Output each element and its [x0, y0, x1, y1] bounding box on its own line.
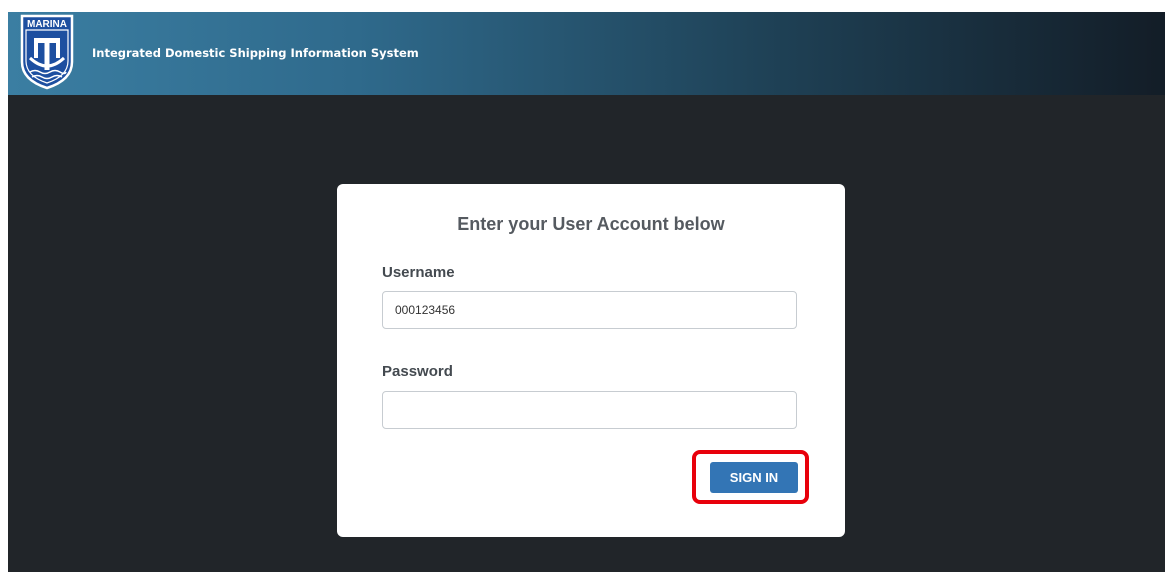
login-title: Enter your User Account below	[457, 214, 725, 234]
app-frame: MARINA Integrated Domestic Shipping Info…	[8, 12, 1165, 572]
username-label: Username	[382, 264, 455, 281]
header-bar: MARINA Integrated Domestic Shipping Info…	[8, 12, 1165, 95]
password-input[interactable]	[382, 391, 797, 429]
username-input[interactable]	[382, 291, 797, 329]
marina-logo: MARINA	[20, 14, 74, 90]
app-title: Integrated Domestic Shipping Information…	[92, 46, 419, 60]
login-card: Enter your User Account below Username P…	[337, 184, 845, 537]
signin-button[interactable]: SIGN IN	[710, 462, 798, 493]
password-label: Password	[382, 363, 453, 380]
logo-text: MARINA	[27, 19, 67, 30]
